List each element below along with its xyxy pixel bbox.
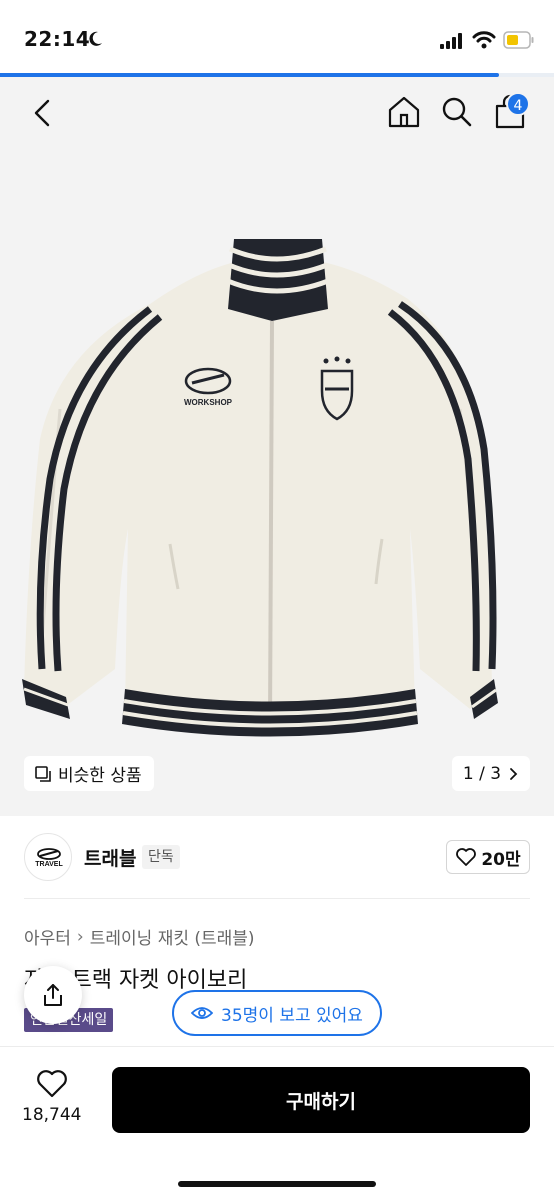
cart-count-badge: 4 [506,92,530,116]
brand-row: TRAVEL 트래블 단독 20만 [0,816,554,898]
product-photo: WORKSHOP [22,239,498,737]
status-bar: 22:14 [0,0,554,74]
similar-products-icon [35,765,51,782]
brand-like-button[interactable]: 20만 [446,840,530,874]
wishlist-button[interactable]: 18,744 [22,1069,81,1125]
status-time: 22:14 [24,27,91,51]
share-icon [44,984,62,1006]
breadcrumb-category[interactable]: 아우터 [24,924,71,949]
viewers-count-badge: 35명이 보고 있어요 [172,990,382,1036]
breadcrumb-separator-icon: › [76,926,84,947]
jacket-print-text: WORKSHOP [184,398,233,407]
divider [24,898,530,899]
share-button[interactable] [24,966,82,1024]
breadcrumb: 아우터 › 트레이닝 재킷 (트래블) [24,924,255,950]
chevron-right-icon [510,767,518,780]
image-counter-button[interactable]: 1 / 3 [452,756,530,791]
brand-name[interactable]: 트래블 [84,844,136,871]
battery-icon [503,31,534,49]
home-indicator [178,1181,376,1187]
image-counter-text: 1 / 3 [462,763,502,784]
similar-products-button[interactable]: 비슷한 상품 [24,756,154,791]
buy-button[interactable]: 구매하기 [112,1067,530,1133]
search-icon[interactable] [440,94,474,130]
brand-like-count: 20만 [481,849,521,870]
eye-icon [191,1007,214,1019]
heart-icon [36,1070,67,1098]
top-navigation: 4 [0,77,554,149]
similar-products-label: 비슷한 상품 [58,766,142,786]
moon-icon [89,31,102,46]
heart-icon [456,848,477,866]
home-icon[interactable] [386,94,422,130]
back-arrow-icon[interactable] [28,95,58,131]
wifi-icon [472,31,496,49]
wishlist-count: 18,744 [22,1105,82,1125]
product-image-carousel[interactable]: WORKSHOP 비슷한 상품 1 / 3 [0,149,554,816]
bottom-purchase-bar: 18,744 구매하기 [0,1046,554,1200]
brand-logo[interactable]: TRAVEL [24,833,72,881]
exclusive-tag: 단독 [142,845,180,869]
breadcrumb-subcategory[interactable]: 트레이닝 재킷 (트래블) [90,924,255,949]
viewers-label: 35명이 보고 있어요 [221,1005,363,1026]
travel-logo-icon: TRAVEL [35,848,63,868]
cellular-signal-icon [440,33,462,49]
brand-logo-text: TRAVEL [35,861,63,868]
